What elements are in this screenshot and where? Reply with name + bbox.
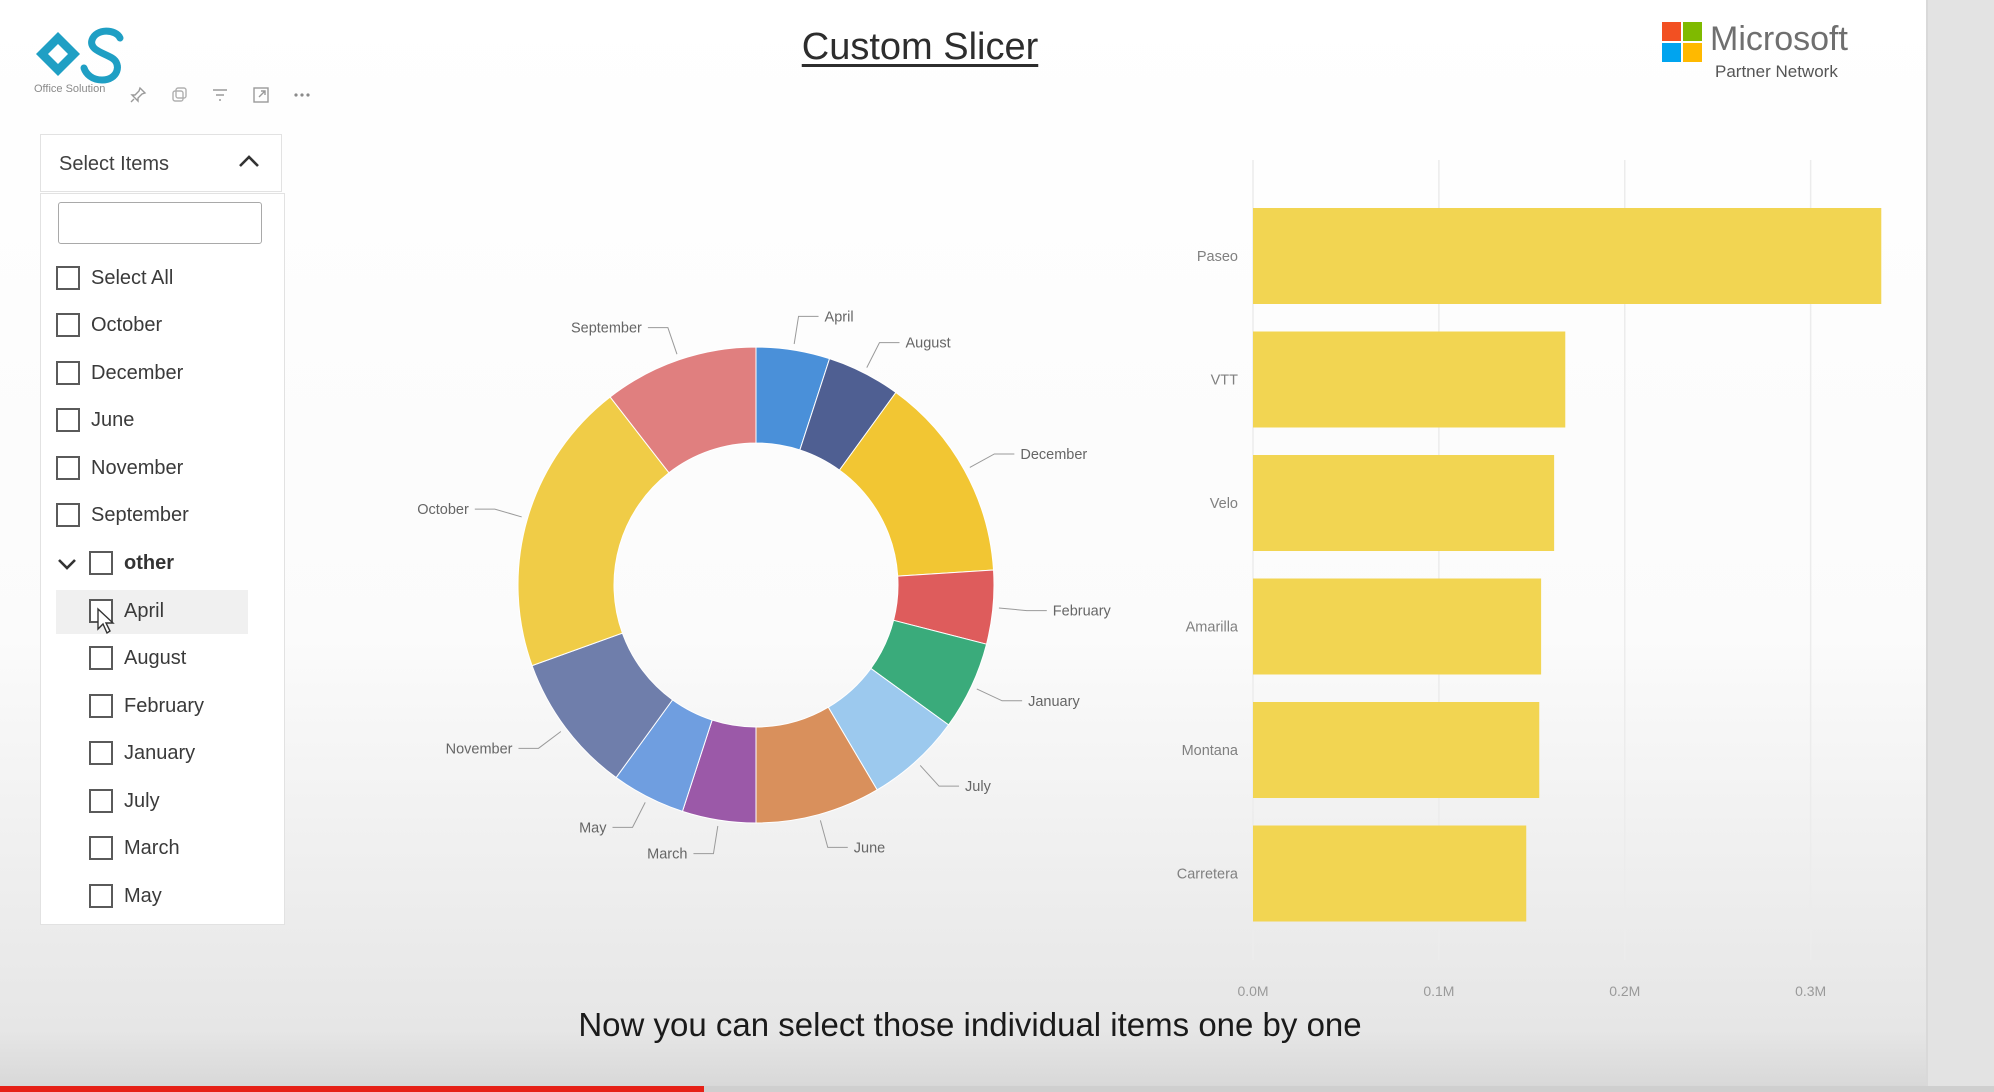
video-progress-fill <box>0 1086 704 1092</box>
slicer-item-february[interactable]: February <box>89 688 204 724</box>
slicer-item-december[interactable]: December <box>56 355 183 391</box>
checkbox[interactable] <box>56 266 80 290</box>
slicer-group-other[interactable]: other <box>89 545 174 581</box>
checkbox[interactable] <box>56 456 80 480</box>
right-edge-strip <box>1926 0 1994 1092</box>
slicer-item-june[interactable]: June <box>56 402 134 438</box>
slicer-item-august[interactable]: August <box>89 640 186 676</box>
chevron-down-icon[interactable] <box>56 553 78 575</box>
checkbox[interactable] <box>89 646 113 670</box>
checkbox[interactable] <box>89 789 113 813</box>
checkbox[interactable] <box>89 741 113 765</box>
slicer-item-october[interactable]: October <box>56 307 162 343</box>
slicer-item-label: December <box>91 361 184 384</box>
checkbox[interactable] <box>56 408 80 432</box>
ms-square-green <box>1683 22 1702 41</box>
filter-icon[interactable] <box>208 84 232 106</box>
slicer-item-march[interactable]: March <box>89 830 180 866</box>
mouse-pointer-icon <box>97 607 115 635</box>
slicer-item-label: November <box>91 456 184 479</box>
slicer-item-label: Select All <box>91 266 174 289</box>
ms-square-blue <box>1662 43 1681 62</box>
video-caption: Now you can select those individual item… <box>578 1006 1362 1043</box>
slicer-item-may[interactable]: May <box>89 878 162 914</box>
slicer-item-label: June <box>91 408 135 431</box>
checkbox[interactable] <box>56 503 80 527</box>
chevron-up-icon[interactable] <box>235 150 263 174</box>
slicer-item-label: May <box>124 884 162 907</box>
slicer-search-input[interactable] <box>58 202 262 244</box>
microsoft-wordmark: Microsoft <box>1710 20 1848 58</box>
logo-subtext: Office Solution <box>34 83 106 95</box>
slicer-item-november[interactable]: November <box>56 450 183 486</box>
checkbox[interactable] <box>89 884 113 908</box>
microsoft-partner-logo: Microsoft Partner Network <box>1662 20 1862 84</box>
video-progress-track[interactable] <box>0 1086 1994 1092</box>
checkbox[interactable] <box>89 836 113 860</box>
slicer-dropdown-header[interactable]: Select Items <box>40 134 282 192</box>
ms-square-yellow <box>1683 43 1702 62</box>
slicer-header-label: Select Items <box>59 153 170 175</box>
focus-mode-icon[interactable] <box>249 84 273 106</box>
report-canvas <box>0 0 1994 1092</box>
slicer-item-label: September <box>91 503 189 526</box>
pin-icon[interactable] <box>126 84 150 106</box>
slicer-item-label: February <box>124 694 205 717</box>
slicer-item-september[interactable]: September <box>56 497 189 533</box>
checkbox[interactable] <box>56 361 80 385</box>
right-edge-divider <box>1926 0 1928 1092</box>
partner-network-text: Partner Network <box>1715 62 1838 81</box>
slicer-item-july[interactable]: July <box>89 783 160 819</box>
checkbox[interactable] <box>89 551 113 575</box>
slicer-item-label: April <box>124 599 165 622</box>
slicer-item-january[interactable]: January <box>89 735 195 771</box>
checkbox[interactable] <box>89 694 113 718</box>
slicer-item-label: August <box>124 646 187 669</box>
slicer-item-label: January <box>124 741 196 764</box>
copy-icon[interactable] <box>167 84 191 106</box>
page-title: Custom Slicer <box>801 26 1039 68</box>
more-options-icon[interactable] <box>290 84 314 106</box>
ms-square-red <box>1662 22 1681 41</box>
slicer-item-label: March <box>124 836 180 859</box>
slicer-group-label: other <box>124 551 174 574</box>
slicer-item-select-all[interactable]: Select All <box>56 260 173 296</box>
checkbox[interactable] <box>56 313 80 337</box>
slicer-item-label: July <box>124 789 160 812</box>
slicer-item-label: October <box>91 313 163 336</box>
